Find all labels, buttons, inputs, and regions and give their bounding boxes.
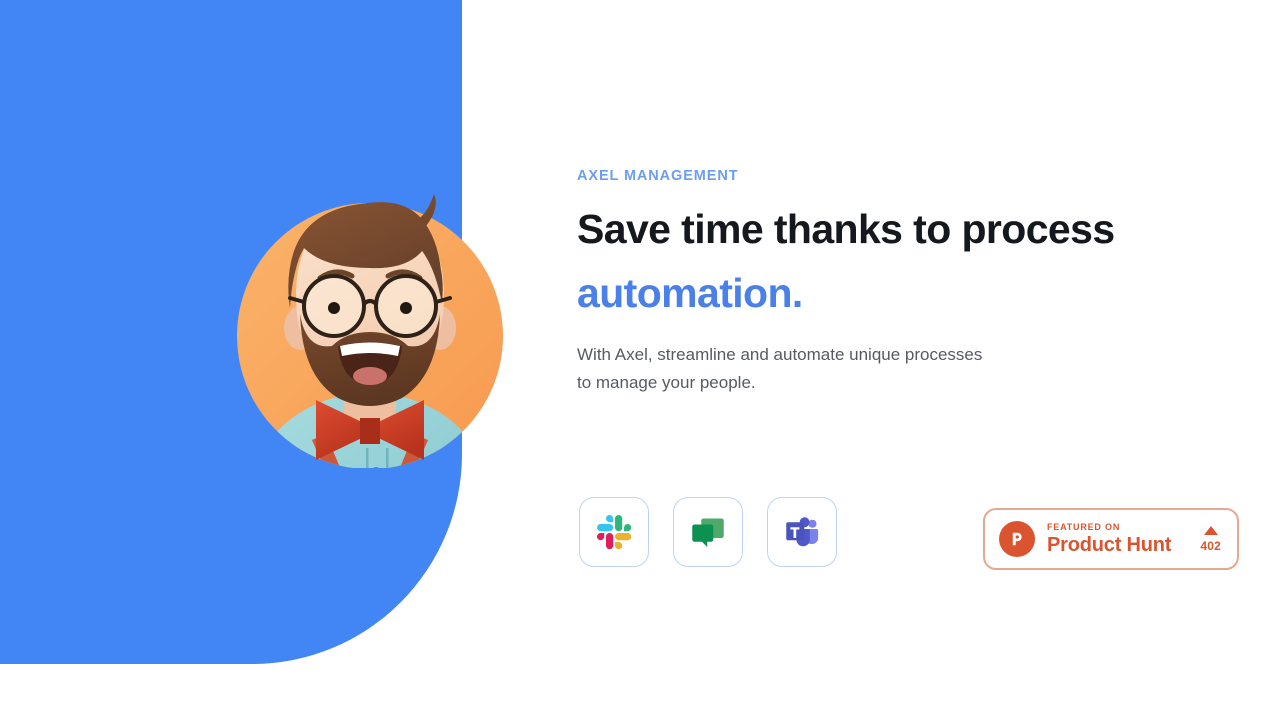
hero-illustration (228, 168, 512, 468)
headline-accent: automation. (577, 269, 803, 316)
hero-subcopy: With Axel, streamline and automate uniqu… (577, 341, 1157, 396)
product-hunt-text: FEATURED ON Product Hunt (1047, 522, 1192, 556)
product-hunt-logo-icon (999, 521, 1035, 557)
page-title: Save time thanks to process automation. (577, 198, 1257, 325)
triangle-up-icon (1203, 525, 1218, 535)
subcopy-line-2: to manage your people. (577, 372, 756, 392)
product-hunt-upvote-count: 402 (1200, 538, 1221, 553)
subcopy-line-1: With Axel, streamline and automate uniqu… (577, 345, 983, 364)
slack-icon (597, 515, 631, 549)
microsoft-teams-icon (784, 514, 820, 550)
product-hunt-badge[interactable]: FEATURED ON Product Hunt 402 (983, 508, 1239, 570)
eyebrow-label: AXEL MANAGEMENT (577, 168, 739, 184)
google-chat-icon (690, 514, 726, 550)
product-hunt-brand: Product Hunt (1047, 534, 1172, 556)
headline-line-1: Save time thanks to process (577, 206, 1115, 252)
integration-icons (579, 497, 837, 567)
product-hunt-upvotes[interactable]: 402 (1192, 525, 1223, 553)
product-hunt-featured-label: FEATURED ON (1047, 522, 1121, 532)
hero-section: AXEL MANAGEMENT Save time thanks to proc… (0, 0, 1280, 720)
hero-content: AXEL MANAGEMENT Save time thanks to proc… (577, 0, 1257, 720)
integration-card-slack[interactable] (579, 497, 649, 567)
integration-card-microsoft-teams[interactable] (767, 497, 837, 567)
integration-card-google-chat[interactable] (673, 497, 743, 567)
